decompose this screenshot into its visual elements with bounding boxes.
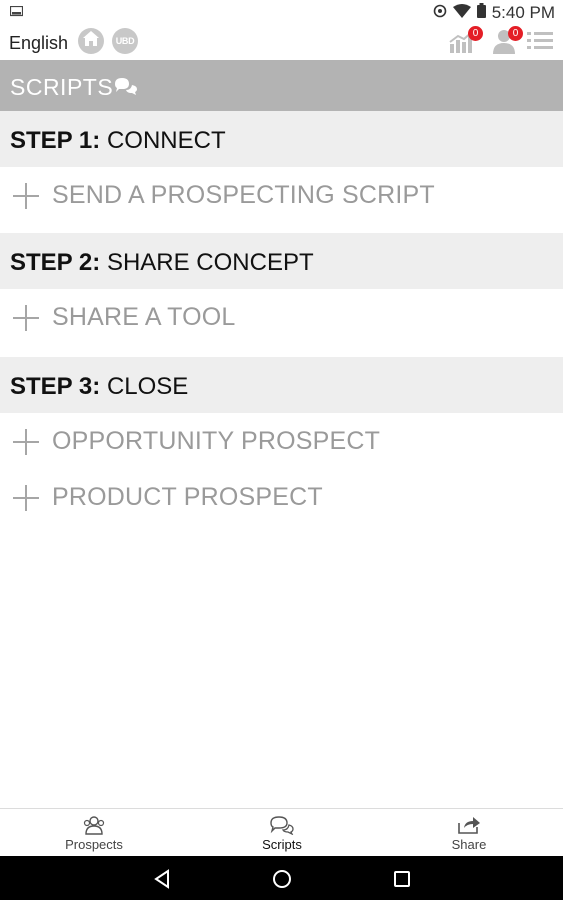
battery-icon bbox=[476, 3, 486, 23]
home-button[interactable] bbox=[78, 28, 104, 54]
people-badge: 0 bbox=[508, 26, 523, 41]
tab-label: Scripts bbox=[262, 837, 302, 852]
prospects-icon bbox=[82, 815, 106, 835]
bottom-tab-bar: Prospects Scripts Share bbox=[0, 808, 563, 857]
script-item-opportunity-prospect[interactable]: OPPORTUNITY PROSPECT bbox=[0, 413, 563, 469]
step-3-number: STEP 3: bbox=[10, 373, 101, 400]
stats-button[interactable]: 0 bbox=[449, 26, 483, 54]
plus-icon bbox=[13, 183, 39, 209]
chat-bubbles-icon bbox=[114, 77, 138, 100]
tab-label: Prospects bbox=[65, 837, 123, 852]
tab-scripts[interactable]: Scripts bbox=[188, 809, 376, 857]
clock-time: 5:40 PM bbox=[491, 3, 555, 22]
language-selector[interactable]: English bbox=[9, 33, 68, 54]
home-icon bbox=[82, 30, 100, 52]
screenshot-notification-icon bbox=[9, 5, 24, 23]
alarm-icon bbox=[433, 3, 447, 23]
step-2-name: SHARE CONCEPT bbox=[106, 249, 314, 276]
step-2-number: STEP 2: bbox=[10, 249, 101, 276]
script-item-label: PRODUCT PROSPECT bbox=[52, 483, 323, 511]
status-bar: 5:40 PM bbox=[0, 0, 563, 26]
step-1-header: STEP 1: CONNECT bbox=[0, 111, 563, 167]
scripts-chat-icon bbox=[269, 815, 295, 836]
scripts-title-bar: SCRIPTS bbox=[0, 60, 563, 111]
script-item-label: SEND A PROSPECTING SCRIPT bbox=[52, 181, 435, 209]
stats-chart-icon bbox=[449, 30, 477, 58]
menu-button[interactable] bbox=[527, 30, 553, 52]
step-3-name: CLOSE bbox=[106, 373, 189, 400]
system-navigation-bar bbox=[0, 856, 563, 900]
step-1-number: STEP 1: bbox=[10, 127, 101, 154]
script-item-send-prospecting-script[interactable]: SEND A PROSPECTING SCRIPT bbox=[0, 167, 563, 223]
recents-icon[interactable] bbox=[391, 868, 413, 890]
script-item-label: OPPORTUNITY PROSPECT bbox=[52, 427, 381, 455]
tab-label: Share bbox=[451, 837, 487, 852]
person-icon bbox=[491, 30, 517, 58]
step-3-header: STEP 3: CLOSE bbox=[0, 357, 563, 413]
home-circle-icon[interactable] bbox=[271, 868, 293, 890]
step-2-header: STEP 2: SHARE CONCEPT bbox=[0, 233, 563, 289]
page-title: SCRIPTS bbox=[10, 74, 114, 100]
back-icon[interactable] bbox=[152, 868, 174, 890]
ubd-button[interactable]: UBD bbox=[112, 28, 138, 54]
script-item-product-prospect[interactable]: PRODUCT PROSPECT bbox=[0, 469, 563, 525]
plus-icon bbox=[13, 429, 39, 455]
scripts-screen: 5:40 PM English UBD 0 0 SCRIPTS STEP 1: … bbox=[0, 0, 563, 900]
ubd-label: UBD bbox=[115, 36, 135, 46]
list-menu-icon bbox=[527, 32, 553, 56]
step-1-name: CONNECT bbox=[106, 127, 226, 154]
plus-icon bbox=[13, 305, 39, 331]
script-item-share-a-tool[interactable]: SHARE A TOOL bbox=[0, 289, 563, 345]
stats-badge: 0 bbox=[468, 26, 483, 41]
wifi-icon bbox=[452, 3, 471, 23]
app-header: English UBD 0 0 bbox=[0, 26, 563, 60]
tab-share[interactable]: Share bbox=[375, 809, 563, 857]
tab-prospects[interactable]: Prospects bbox=[0, 809, 188, 857]
people-button[interactable]: 0 bbox=[491, 26, 523, 54]
plus-icon bbox=[13, 485, 39, 511]
script-item-label: SHARE A TOOL bbox=[52, 303, 236, 331]
share-icon bbox=[457, 815, 481, 835]
